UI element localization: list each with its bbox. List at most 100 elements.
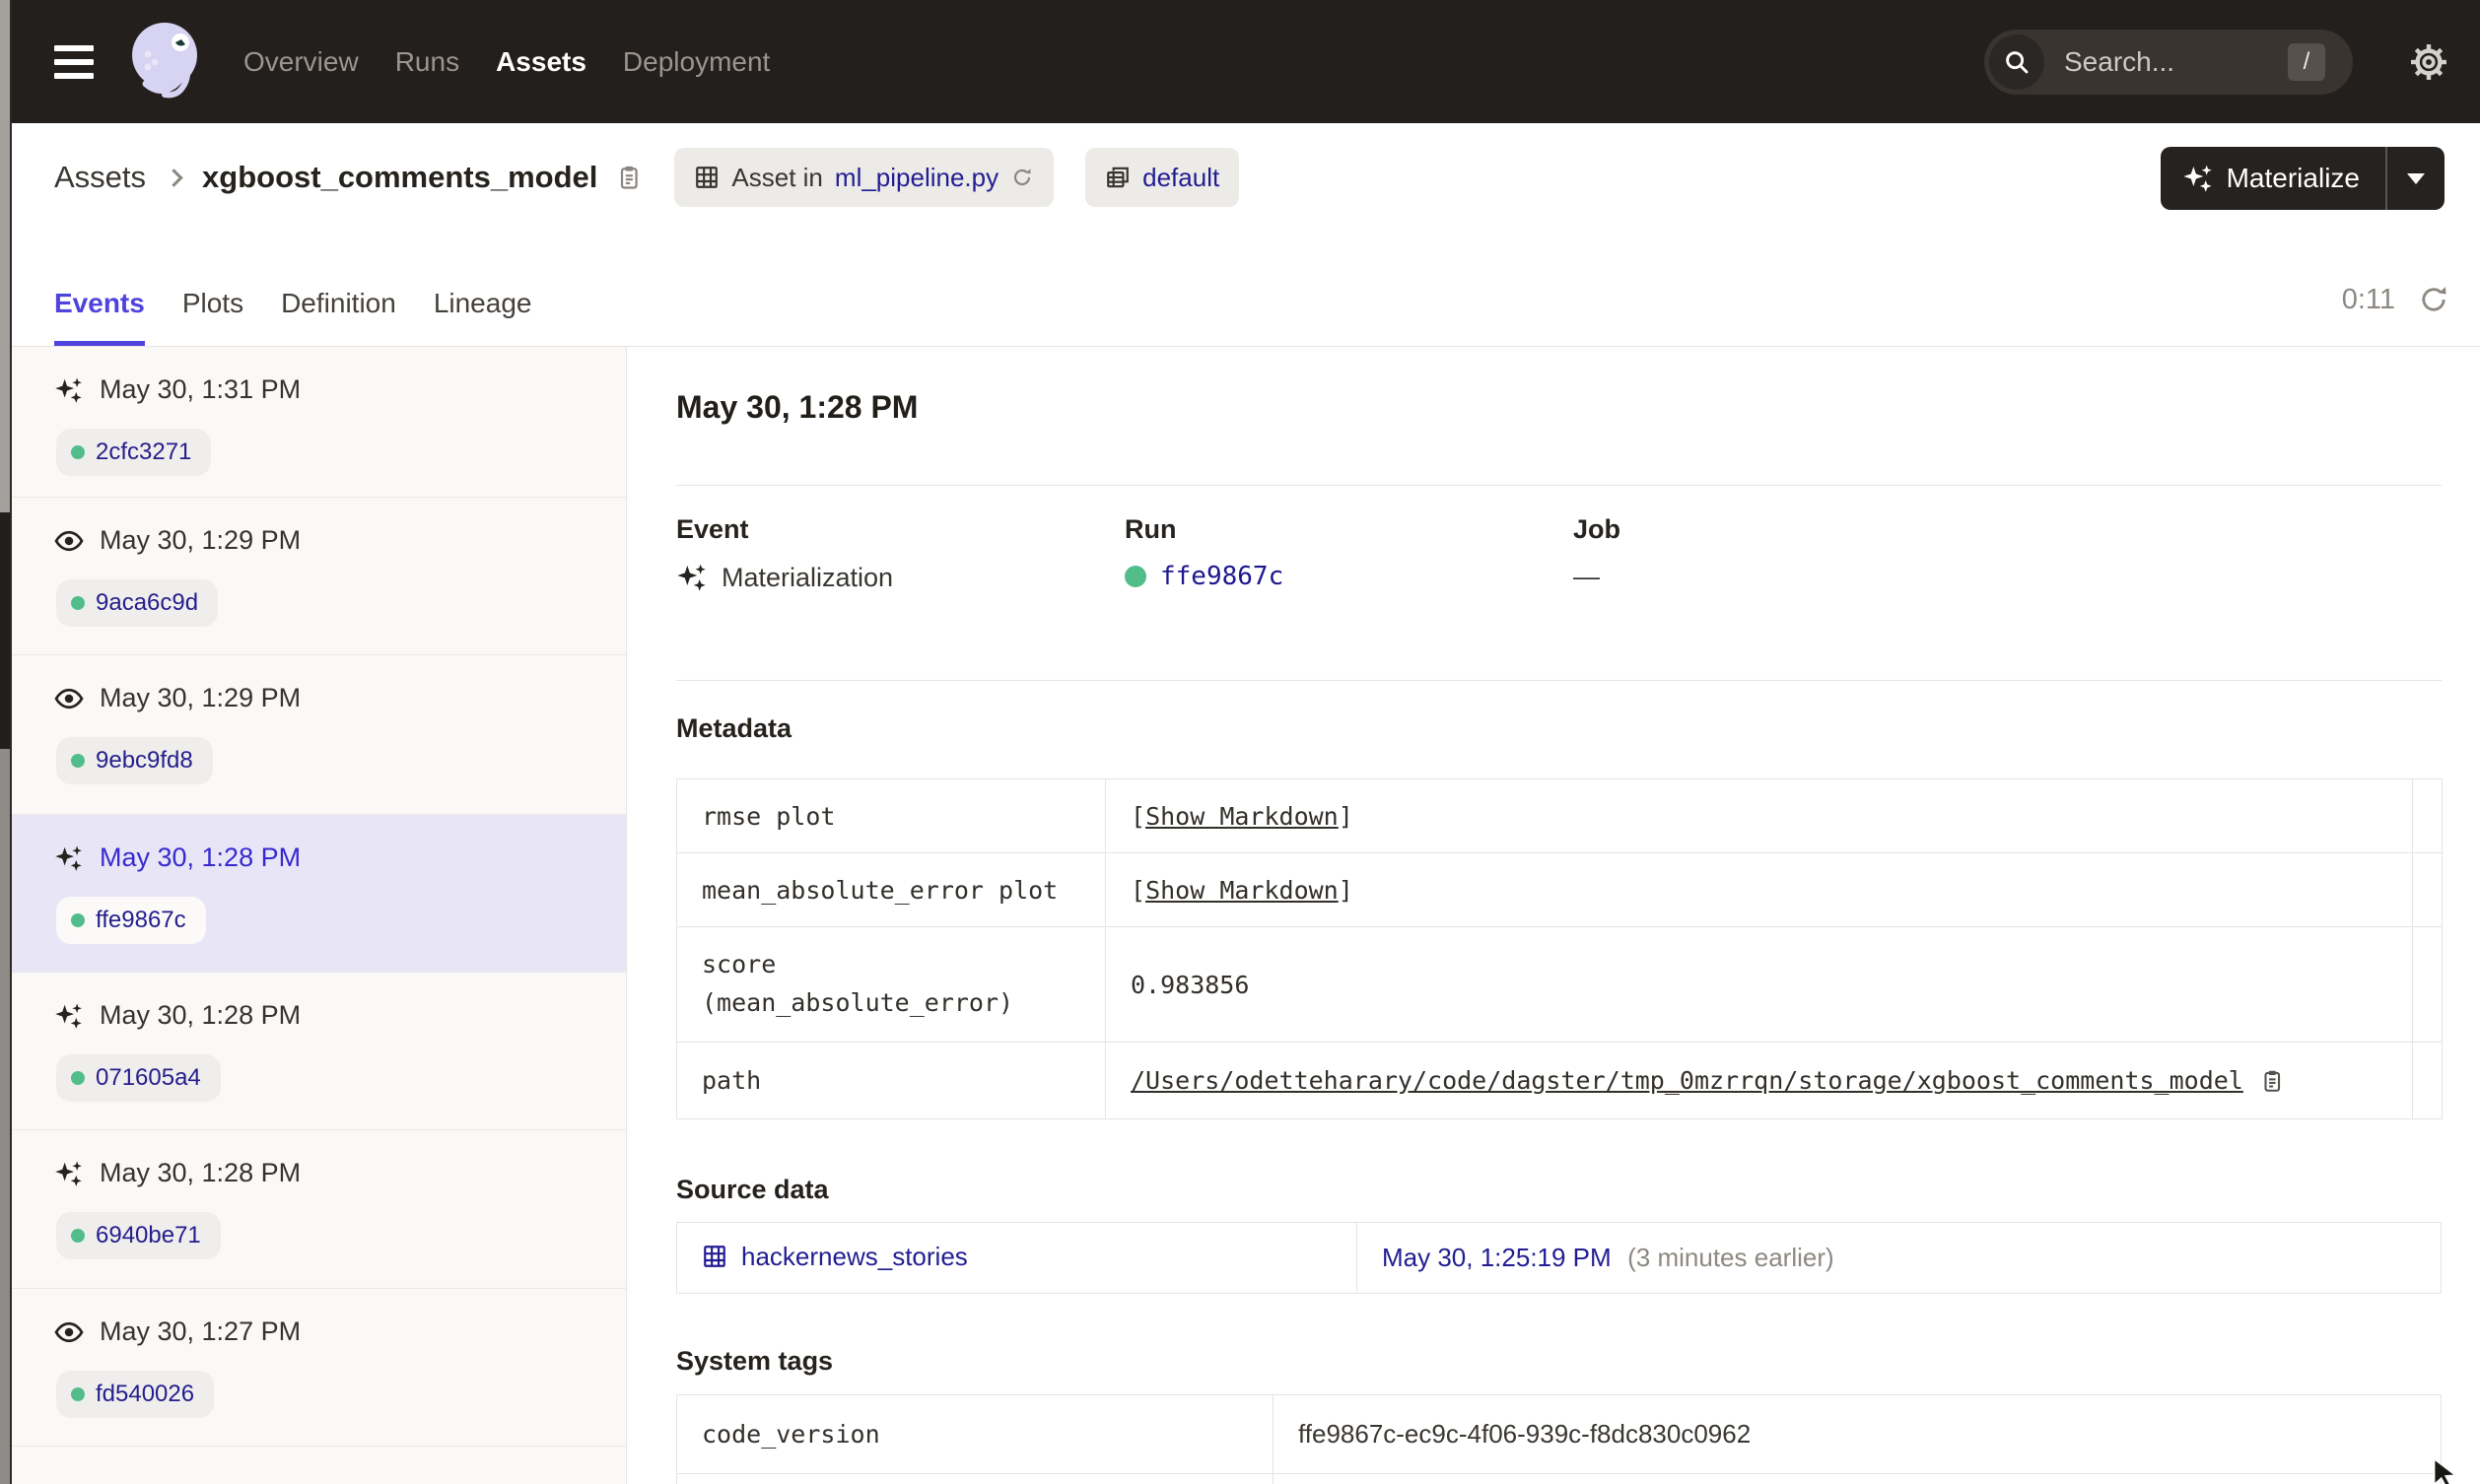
run-tag[interactable]: 6940be71	[56, 1212, 221, 1259]
settings-gear-icon[interactable]	[2407, 40, 2450, 84]
run-tag[interactable]: ffe9867c	[56, 897, 206, 944]
event-timestamp: May 30, 1:28 PM	[100, 1000, 302, 1030]
dagster-asset-page: Overview Runs Assets Deployment Search..…	[0, 0, 2480, 1484]
run-id-link: 6940be71	[96, 1222, 201, 1248]
asset-name-title: xgboost_comments_model	[202, 160, 598, 194]
metadata-key: rmse plot	[676, 778, 1106, 853]
run-tag[interactable]: 9ebc9fd8	[56, 737, 213, 784]
caret-down-icon	[2407, 172, 2425, 184]
chevron-right-icon	[165, 168, 183, 187]
event-list-item[interactable]: May 30, 1:29 PM 9ebc9fd8	[12, 655, 626, 815]
event-list-item[interactable]: May 30, 1:28 PM 6940be71	[12, 1130, 626, 1289]
event-list-item[interactable]: May 30, 1:31 PM 2cfc3271	[12, 347, 626, 498]
copy-icon[interactable]	[615, 164, 643, 191]
event-timestamp: May 30, 1:28 PM	[100, 843, 302, 872]
asset-group-badge: default	[1085, 148, 1240, 207]
event-timestamp: May 30, 1:29 PM	[100, 525, 302, 555]
refresh-icon[interactable]	[1010, 166, 1034, 189]
status-dot	[71, 1229, 85, 1243]
tab-plots[interactable]: Plots	[182, 288, 243, 346]
job-value: —	[1573, 562, 1600, 591]
event-timestamp: May 30, 1:31 PM	[100, 374, 302, 404]
run-id-link: ffe9867c	[96, 907, 186, 933]
sparkles-icon	[55, 1161, 82, 1186]
run-id-link: 071605a4	[96, 1064, 201, 1091]
source-data-table: hackernews_stories May 30, 1:25:19 PM (3…	[676, 1222, 2442, 1294]
event-list-item-selected[interactable]: May 30, 1:28 PM ffe9867c	[12, 815, 626, 973]
table-grid-icon	[696, 167, 719, 188]
status-dot	[71, 754, 85, 768]
materialize-split-button: Materialize	[2160, 147, 2445, 210]
code-location-link[interactable]: ml_pipeline.py	[835, 163, 999, 193]
asset-group-icon	[1107, 167, 1129, 188]
upstream-asset-link[interactable]: hackernews_stories	[702, 1242, 968, 1272]
dagster-logo-icon[interactable]	[118, 12, 217, 110]
system-tags-table: code_version ffe9867c-ec9c-4f06-939c-f8d…	[676, 1394, 2442, 1484]
materialize-dropdown-button[interactable]	[2387, 147, 2445, 210]
status-dot	[71, 1387, 85, 1401]
nav-item-assets[interactable]: Assets	[496, 46, 586, 78]
menu-icon[interactable]	[54, 45, 94, 79]
event-detail-pane: May 30, 1:28 PM Event Run Job Materializ…	[628, 347, 2480, 1484]
metadata-table: rmse plot [Show Markdown] mean_absolute_…	[676, 778, 2443, 1119]
search-icon	[1989, 34, 2044, 90]
sparkles-icon	[2182, 165, 2212, 192]
nav-item-overview[interactable]: Overview	[243, 46, 359, 78]
table-grid-icon	[704, 1246, 725, 1268]
sparkles-icon	[55, 377, 82, 403]
tag-key: code_version	[676, 1394, 1274, 1474]
nav-item-runs[interactable]: Runs	[395, 46, 459, 78]
run-tag[interactable]: 9aca6c9d	[56, 579, 219, 627]
primary-nav: Overview Runs Assets Deployment	[243, 0, 770, 123]
event-list-item[interactable]: May 30, 1:29 PM 9aca6c9d	[12, 498, 626, 655]
show-markdown-link[interactable]: [Show Markdown]	[1131, 876, 1353, 905]
events-sidebar: May 30, 1:31 PM 2cfc3271 May 30, 1:29 PM…	[12, 347, 627, 1484]
run-column-header: Run	[1125, 514, 1177, 544]
source-timestamp-note: (3 minutes earlier)	[1627, 1243, 1834, 1272]
status-dot	[71, 913, 85, 927]
metadata-heading: Metadata	[676, 713, 792, 743]
run-id-link: 9ebc9fd8	[96, 747, 193, 774]
metadata-key: path	[676, 1042, 1106, 1119]
auto-refresh-timer: 0:11	[2342, 283, 2450, 316]
nav-item-deployment[interactable]: Deployment	[623, 46, 770, 78]
run-tag[interactable]: 071605a4	[56, 1054, 221, 1102]
run-id-link: 2cfc3271	[96, 438, 192, 465]
refresh-icon[interactable]	[2417, 283, 2450, 316]
metadata-key: mean_absolute_error plot	[676, 852, 1106, 927]
eye-icon	[54, 1321, 84, 1342]
path-link[interactable]: /Users/odetteharary/code/dagster/tmp_0mz…	[1131, 1066, 2243, 1095]
source-timestamp-link[interactable]: May 30, 1:25:19 PM	[1382, 1243, 1612, 1272]
breadcrumb-assets-link[interactable]: Assets	[54, 160, 146, 195]
event-list-item[interactable]: May 30, 1:27 PM fd540026	[12, 1289, 626, 1447]
run-id-link[interactable]: ffe9867c	[1160, 562, 1283, 591]
event-detail-title: May 30, 1:28 PM	[676, 389, 919, 425]
status-dot	[71, 445, 85, 459]
show-markdown-link[interactable]: [Show Markdown]	[1131, 802, 1353, 831]
status-dot	[71, 596, 85, 610]
sparkles-icon	[55, 845, 82, 871]
timer-countdown: 0:11	[2341, 283, 2395, 315]
materialize-button[interactable]: Materialize	[2161, 147, 2385, 210]
event-list-item[interactable]: May 30, 1:28 PM 071605a4	[12, 973, 626, 1130]
status-dot	[1125, 566, 1146, 587]
run-tag[interactable]: 2cfc3271	[56, 429, 212, 476]
group-default-link[interactable]: default	[1142, 163, 1219, 193]
tag-value: ffe9867c-ec9c-4f06-939c-f8dc830c0962	[1273, 1394, 2442, 1474]
event-column-header: Event	[676, 514, 749, 544]
run-tag[interactable]: fd540026	[56, 1371, 215, 1418]
tab-lineage[interactable]: Lineage	[434, 288, 532, 346]
metadata-value: 0.983856	[1105, 926, 2413, 1043]
search-input[interactable]: Search... /	[1984, 30, 2353, 95]
copy-icon[interactable]	[2259, 1068, 2285, 1094]
cursor-pointer	[2433, 1457, 2457, 1484]
tab-events[interactable]: Events	[54, 288, 145, 346]
tab-definition[interactable]: Definition	[281, 288, 396, 346]
breadcrumb-row: Assets xgboost_comments_model Asset in m…	[12, 123, 2480, 232]
table-row: path /Users/odetteharary/code/dagster/tm…	[676, 1042, 2443, 1119]
job-column-header: Job	[1573, 514, 1621, 544]
eye-icon	[54, 530, 84, 551]
table-row	[676, 1473, 2442, 1484]
system-tags-heading: System tags	[676, 1346, 834, 1376]
eye-icon	[54, 688, 84, 708]
